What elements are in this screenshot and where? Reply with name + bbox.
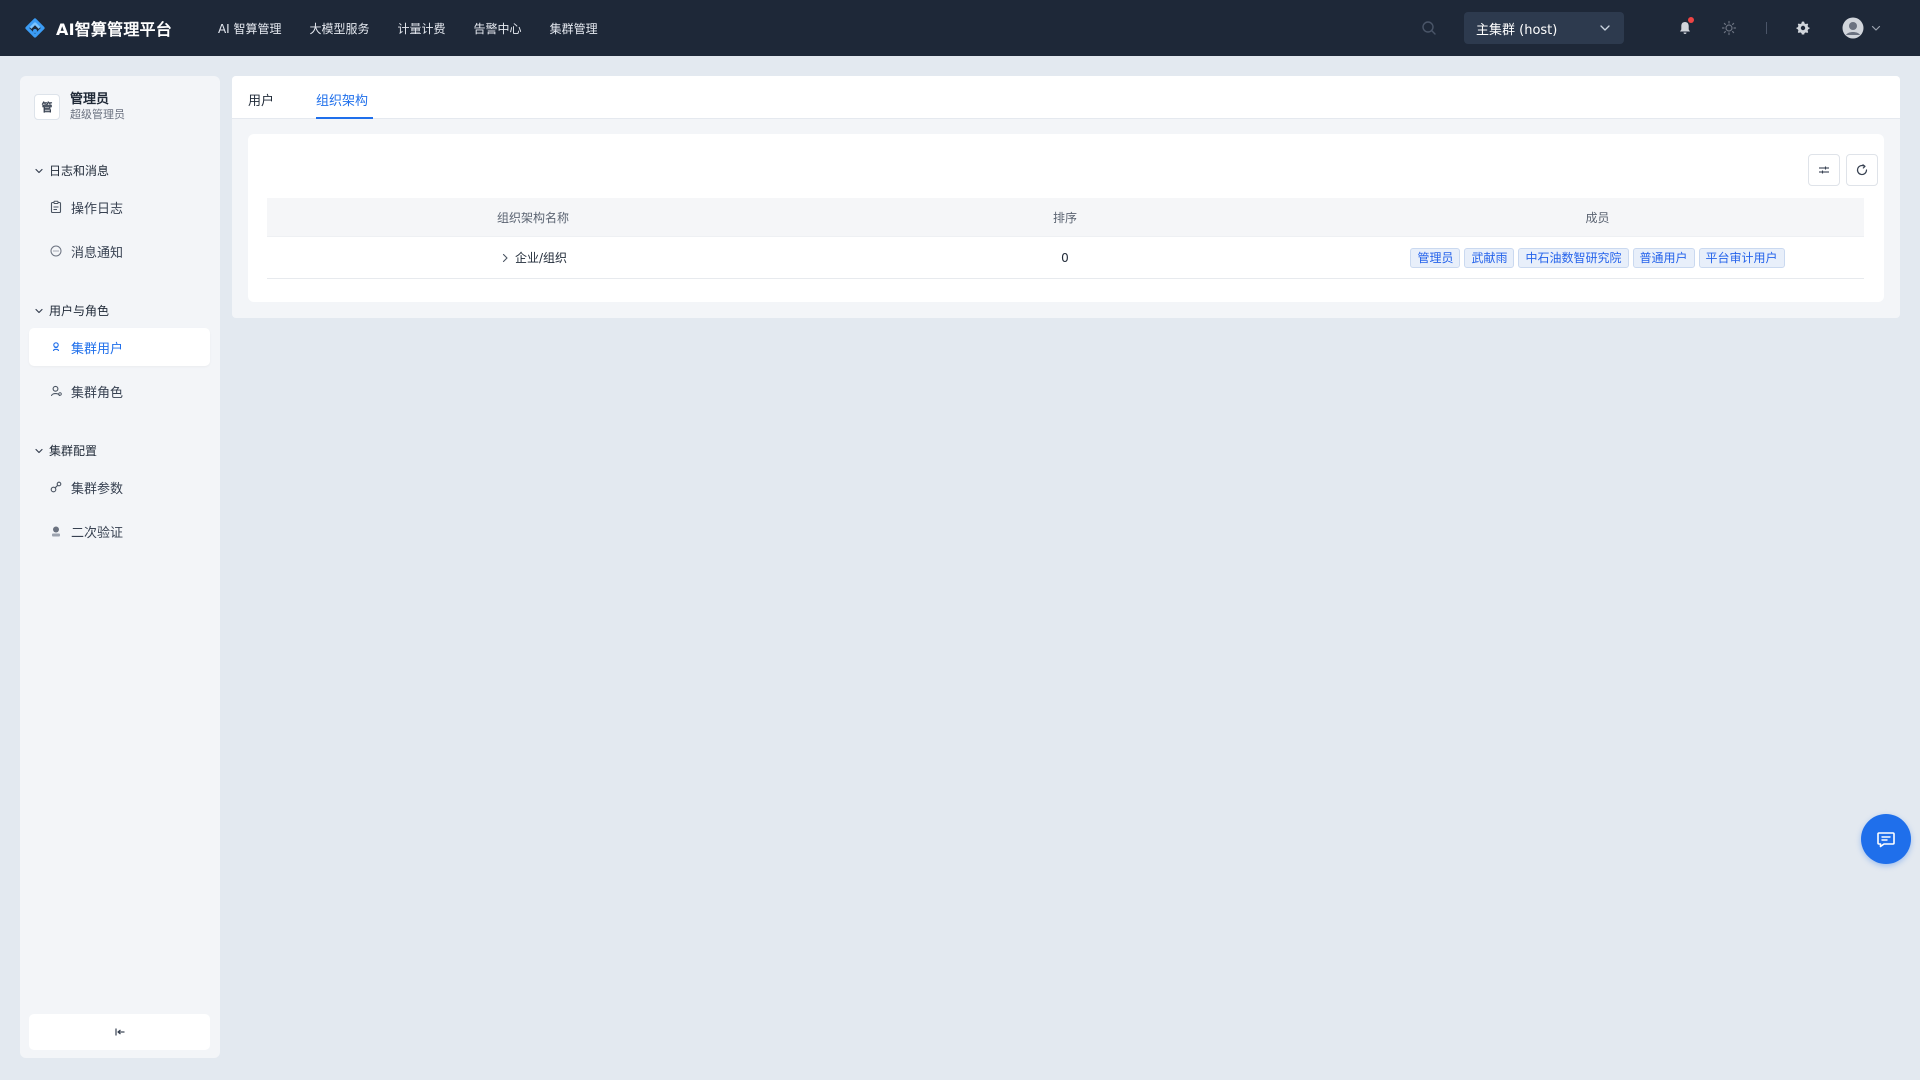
nav-ai-compute[interactable]: AI 智算管理 — [218, 20, 282, 37]
chat-icon — [1877, 832, 1895, 848]
order-cell: 0 — [1061, 250, 1069, 265]
sidebar-item-label: 消息通知 — [71, 245, 124, 261]
clipboard-icon — [50, 200, 62, 214]
theme-toggle-button[interactable] — [1718, 17, 1740, 39]
sidebar-item-cluster-params[interactable]: 集群参数 — [29, 468, 210, 506]
sidebar-item-label: 集群角色 — [71, 385, 124, 401]
nav-cluster-management[interactable]: 集群管理 — [550, 20, 598, 37]
main-content: 用户 组织架构 组织架构名称 排序 成员 企业/组织 0 管理员 武献雨 中石油… — [232, 76, 1900, 318]
org-structure-table: 组织架构名称 排序 成员 企业/组织 0 管理员 武献雨 中石油数智研究院 普通… — [267, 198, 1864, 279]
member-tag: 管理员 — [1410, 247, 1461, 268]
member-tag: 武献雨 — [1464, 247, 1515, 268]
column-header-order[interactable]: 排序 — [799, 209, 1331, 226]
settings-button[interactable] — [1792, 17, 1814, 39]
avatar-icon — [1842, 17, 1864, 39]
sidebar-item-label: 二次验证 — [71, 525, 124, 541]
chevron-down-icon — [35, 168, 43, 173]
chevron-down-icon — [35, 308, 43, 313]
table-header: 组织架构名称 排序 成员 — [267, 198, 1864, 237]
chevron-right-icon[interactable] — [499, 252, 511, 264]
app-title: AI智算管理平台 — [56, 20, 172, 39]
refresh-button[interactable] — [1846, 154, 1878, 186]
refresh-icon — [1856, 164, 1868, 176]
column-header-members[interactable]: 成员 — [1331, 209, 1864, 226]
sidebar-group-label: 日志和消息 — [49, 164, 110, 178]
cluster-select-value: 主集群 (host) — [1476, 22, 1558, 38]
sun-icon — [1721, 20, 1737, 36]
sidebar-item-cluster-users[interactable]: 集群用户 — [29, 328, 210, 366]
sidebar-collapse-button[interactable] — [29, 1014, 210, 1050]
user-role-icon — [50, 385, 62, 397]
sidebar-group-cluster-config[interactable]: 集群配置 — [34, 442, 97, 459]
user-name: 管理员 — [70, 92, 110, 107]
sidebar-item-message-notification[interactable]: 消息通知 — [29, 232, 210, 270]
top-bar: AI智算管理平台 AI 智算管理 大模型服务 计量计费 告警中心 集群管理 主集… — [0, 0, 1920, 56]
user-role: 超级管理员 — [70, 108, 125, 121]
params-icon — [50, 481, 62, 493]
tab-active-indicator — [316, 117, 373, 119]
sidebar-group-logs-messages[interactable]: 日志和消息 — [34, 162, 109, 179]
chevron-down-icon — [1600, 25, 1610, 31]
nav-alert-center[interactable]: 告警中心 — [474, 20, 522, 37]
nav-llm-service[interactable]: 大模型服务 — [310, 20, 370, 37]
sidebar-item-operation-log[interactable]: 操作日志 — [29, 188, 210, 226]
member-tag: 平台审计用户 — [1698, 247, 1785, 268]
tab-org-structure[interactable]: 组织架构 — [316, 90, 368, 109]
logo[interactable]: AI智算管理平台 — [21, 0, 172, 56]
org-name: 企业/组织 — [514, 251, 568, 265]
ai-logo-icon — [25, 18, 45, 38]
member-tag: 中石油数智研究院 — [1518, 247, 1629, 268]
message-icon — [50, 245, 62, 257]
search-icon[interactable] — [1421, 20, 1437, 36]
sidebar-group-label: 集群配置 — [49, 444, 98, 458]
members-cell: 管理员 武献雨 中石油数智研究院 普通用户 平台审计用户 — [1331, 247, 1864, 268]
sidebar-group-users-roles[interactable]: 用户与角色 — [34, 302, 109, 319]
sidebar-item-two-factor[interactable]: 二次验证 — [29, 512, 210, 550]
notification-dot — [1688, 17, 1694, 23]
nav-billing[interactable]: 计量计费 — [398, 20, 446, 37]
chevron-down-icon — [35, 448, 43, 453]
verify-icon — [52, 526, 60, 537]
column-settings-button[interactable] — [1808, 154, 1840, 186]
avatar: 管 — [34, 94, 60, 120]
sidebar-group-label: 用户与角色 — [49, 304, 110, 318]
cluster-select[interactable]: 主集群 (host) — [1464, 12, 1624, 44]
sidebar-item-label: 集群用户 — [71, 341, 124, 357]
collapse-left-icon — [114, 1028, 124, 1036]
sliders-icon — [1819, 166, 1829, 174]
header-divider — [1766, 22, 1767, 34]
sidebar-item-cluster-roles[interactable]: 集群角色 — [29, 372, 210, 410]
user-card: 管 管理员 超级管理员 — [34, 92, 125, 122]
table-row[interactable]: 企业/组织 0 管理员 武献雨 中石油数智研究院 普通用户 平台审计用户 — [267, 237, 1864, 279]
column-header-org-name[interactable]: 组织架构名称 — [267, 209, 799, 226]
top-nav: AI 智算管理 大模型服务 计量计费 告警中心 集群管理 — [218, 0, 626, 56]
sidebar-item-label: 集群参数 — [71, 481, 124, 497]
tab-bar: 用户 组织架构 — [232, 76, 1900, 119]
gear-icon — [1796, 21, 1810, 35]
chat-button[interactable] — [1861, 814, 1911, 864]
org-name-cell: 企业/组织 — [267, 249, 799, 266]
org-structure-card: 组织架构名称 排序 成员 企业/组织 0 管理员 武献雨 中石油数智研究院 普通… — [248, 134, 1884, 302]
sidebar: 管 管理员 超级管理员 日志和消息 操作日志 消息通知 用户与角色 集群用户 集… — [20, 76, 220, 1058]
notification-button[interactable] — [1674, 17, 1696, 39]
user-menu[interactable] — [1842, 17, 1882, 39]
chevron-down-icon — [1871, 25, 1881, 31]
users-icon — [52, 342, 60, 352]
sidebar-item-label: 操作日志 — [71, 201, 124, 217]
member-tag: 普通用户 — [1632, 247, 1695, 268]
tab-users[interactable]: 用户 — [248, 90, 274, 109]
